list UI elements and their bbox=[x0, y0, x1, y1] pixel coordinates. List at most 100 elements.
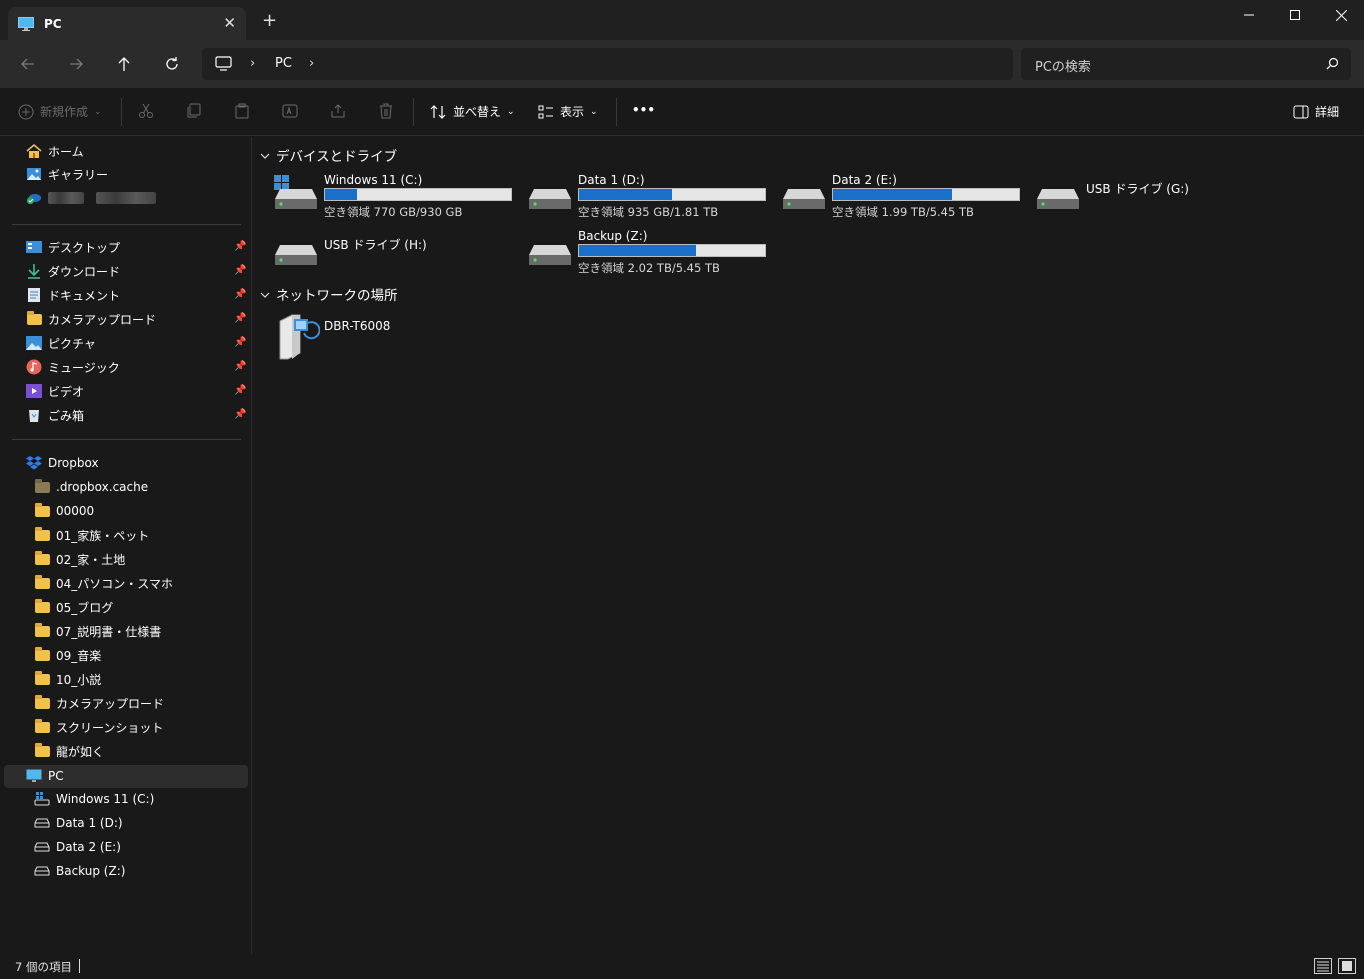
pin-icon[interactable]: 📌 bbox=[234, 313, 246, 324]
folder-icon bbox=[34, 502, 50, 519]
group-header-network[interactable]: ネットワークの場所 bbox=[260, 284, 398, 304]
sidebar-item-dropbox[interactable]: Dropbox bbox=[26, 452, 99, 474]
sidebar-item-camera-upload[interactable]: カメラアップロード bbox=[26, 308, 156, 330]
sidebar-item-folder[interactable]: 02_家・土地 bbox=[34, 548, 125, 570]
chevron-right-icon[interactable]: › bbox=[250, 56, 255, 71]
network-location-name: DBR-T6008 bbox=[324, 319, 391, 333]
search-box[interactable]: PCの検索 bbox=[1021, 48, 1351, 80]
details-view-button[interactable] bbox=[1314, 958, 1332, 974]
sidebar-item-drive[interactable]: Data 2 (E:) bbox=[34, 836, 121, 858]
sidebar-item-videos[interactable]: ビデオ bbox=[26, 380, 84, 402]
video-icon bbox=[26, 383, 42, 399]
sidebar-item-folder[interactable]: .dropbox.cache bbox=[34, 476, 148, 498]
pin-icon[interactable]: 📌 bbox=[234, 361, 246, 372]
sidebar-item-label: Backup (Z:) bbox=[56, 864, 126, 878]
pin-icon[interactable]: 📌 bbox=[234, 409, 246, 420]
sidebar-item-folder[interactable]: 04_パソコン・スマホ bbox=[34, 572, 173, 594]
sidebar-item-downloads[interactable]: ダウンロード bbox=[26, 260, 120, 282]
sidebar-item-pc[interactable]: PC bbox=[26, 765, 64, 787]
rename-icon bbox=[282, 104, 298, 118]
large-icons-view-button[interactable] bbox=[1338, 958, 1356, 974]
network-device-icon bbox=[274, 313, 321, 364]
pin-icon[interactable]: 📌 bbox=[234, 385, 246, 396]
breadcrumb-pc[interactable]: PC bbox=[275, 56, 292, 71]
gallery-icon bbox=[26, 166, 42, 182]
drive-name: Backup (Z:) bbox=[578, 229, 648, 243]
sidebar-item-folder[interactable]: スクリーンショット bbox=[34, 716, 163, 738]
tab-pc[interactable]: PC ✕ bbox=[8, 7, 246, 40]
minimize-button[interactable] bbox=[1226, 0, 1272, 30]
sidebar-item-folder[interactable]: 01_家族・ペット bbox=[34, 524, 149, 546]
folder-icon bbox=[34, 478, 50, 495]
drive-item[interactable]: USB ドライブ (H:) bbox=[274, 229, 524, 277]
view-button[interactable]: 表示 ⌄ bbox=[538, 103, 598, 120]
sidebar-item-folder[interactable]: カメラアップロード bbox=[34, 692, 164, 714]
sort-button[interactable]: 並べ替え ⌄ bbox=[430, 103, 515, 120]
pin-icon[interactable]: 📌 bbox=[234, 265, 246, 276]
copy-button[interactable] bbox=[186, 103, 202, 119]
sidebar-item-recycle-bin[interactable]: ごみ箱 bbox=[26, 404, 84, 426]
sidebar-divider bbox=[12, 224, 241, 225]
drive-item[interactable]: Data 1 (D:) 空き領域 935 GB/1.81 TB bbox=[528, 173, 778, 221]
sidebar-item-label: ごみ箱 bbox=[48, 408, 85, 423]
sidebar-item-label: ピクチャ bbox=[48, 336, 96, 351]
pin-icon[interactable]: 📌 bbox=[234, 241, 246, 252]
paste-button[interactable] bbox=[234, 103, 250, 119]
network-location-item[interactable]: DBR-T6008 bbox=[274, 313, 524, 361]
more-options-button[interactable]: ••• bbox=[632, 103, 655, 117]
sidebar-item-pictures[interactable]: ピクチャ bbox=[26, 332, 96, 354]
sidebar-item-folder[interactable]: 09_音楽 bbox=[34, 644, 101, 666]
pin-icon[interactable]: 📌 bbox=[234, 289, 246, 300]
address-bar[interactable]: › PC › bbox=[202, 48, 1013, 80]
tab-close-button[interactable]: ✕ bbox=[223, 14, 236, 32]
delete-button[interactable] bbox=[378, 103, 394, 119]
content-area: デバイスとドライブ Windows 11 (C:) 空き領域 770 GB/930… bbox=[253, 137, 1364, 954]
search-input[interactable]: PCの検索 bbox=[1035, 56, 1091, 75]
drive-item[interactable]: USB ドライブ (G:) bbox=[1036, 173, 1286, 221]
share-button[interactable] bbox=[330, 103, 346, 119]
command-bar: 新規作成 ⌄ 並べ替え ⌄ 表示 ⌄ ••• 詳細 bbox=[0, 88, 1364, 136]
forward-button[interactable] bbox=[66, 54, 86, 74]
refresh-button[interactable] bbox=[162, 54, 182, 74]
sidebar-item-documents[interactable]: ドキュメント bbox=[26, 284, 120, 306]
sidebar-item-folder[interactable]: 10_小説 bbox=[34, 668, 101, 690]
sidebar-item-label: Data 1 (D:) bbox=[56, 816, 123, 830]
drive-item[interactable]: Data 2 (E:) 空き領域 1.99 TB/5.45 TB bbox=[782, 173, 1032, 221]
close-window-button[interactable] bbox=[1318, 0, 1364, 30]
sidebar-item-folder[interactable]: 00000 bbox=[34, 500, 94, 522]
chevron-down-icon bbox=[260, 286, 270, 302]
view-options-icon bbox=[538, 105, 553, 118]
pictures-icon bbox=[26, 335, 42, 351]
back-button[interactable] bbox=[18, 54, 38, 74]
group-header-devices[interactable]: デバイスとドライブ bbox=[260, 145, 397, 165]
new-tab-button[interactable]: + bbox=[262, 12, 277, 30]
sidebar-item-drive[interactable]: Data 1 (D:) bbox=[34, 812, 123, 834]
chevron-right-icon[interactable]: › bbox=[309, 56, 314, 71]
sidebar-item-label: 10_小説 bbox=[56, 672, 102, 687]
sidebar-item-drive[interactable]: Windows 11 (C:) bbox=[34, 788, 154, 810]
sidebar-item-folder[interactable]: 07_説明書・仕様書 bbox=[34, 620, 161, 642]
cut-button[interactable] bbox=[138, 103, 154, 119]
drive-item[interactable]: Windows 11 (C:) 空き領域 770 GB/930 GB bbox=[274, 173, 524, 221]
new-button[interactable]: 新規作成 ⌄ bbox=[18, 103, 102, 120]
maximize-button[interactable] bbox=[1272, 0, 1318, 30]
sidebar-item-onedrive[interactable] bbox=[26, 187, 156, 209]
drive-usage-bar bbox=[578, 244, 766, 257]
refresh-icon bbox=[166, 57, 178, 70]
sidebar-item-music[interactable]: ミュージック bbox=[26, 356, 120, 378]
rename-button[interactable] bbox=[282, 103, 298, 119]
trash-icon bbox=[380, 103, 392, 119]
drive-item[interactable]: Backup (Z:) 空き領域 2.02 TB/5.45 TB bbox=[528, 229, 778, 277]
sidebar-divider bbox=[12, 439, 241, 440]
sidebar-item-desktop[interactable]: デスクトップ bbox=[26, 236, 120, 258]
sidebar-item-folder[interactable]: 龍が如く bbox=[34, 740, 104, 762]
drive-free-space: 空き領域 770 GB/930 GB bbox=[324, 205, 463, 219]
sidebar-item-home[interactable]: ホーム bbox=[26, 140, 84, 162]
up-button[interactable] bbox=[114, 54, 134, 74]
sidebar-item-drive[interactable]: Backup (Z:) bbox=[34, 860, 125, 882]
sidebar-item-gallery[interactable]: ギャラリー bbox=[26, 163, 108, 185]
sidebar-item-folder[interactable]: 05_ブログ bbox=[34, 596, 113, 618]
details-pane-button[interactable]: 詳細 bbox=[1293, 103, 1339, 120]
sidebar-item-label: ホーム bbox=[48, 144, 84, 159]
pin-icon[interactable]: 📌 bbox=[234, 337, 246, 348]
